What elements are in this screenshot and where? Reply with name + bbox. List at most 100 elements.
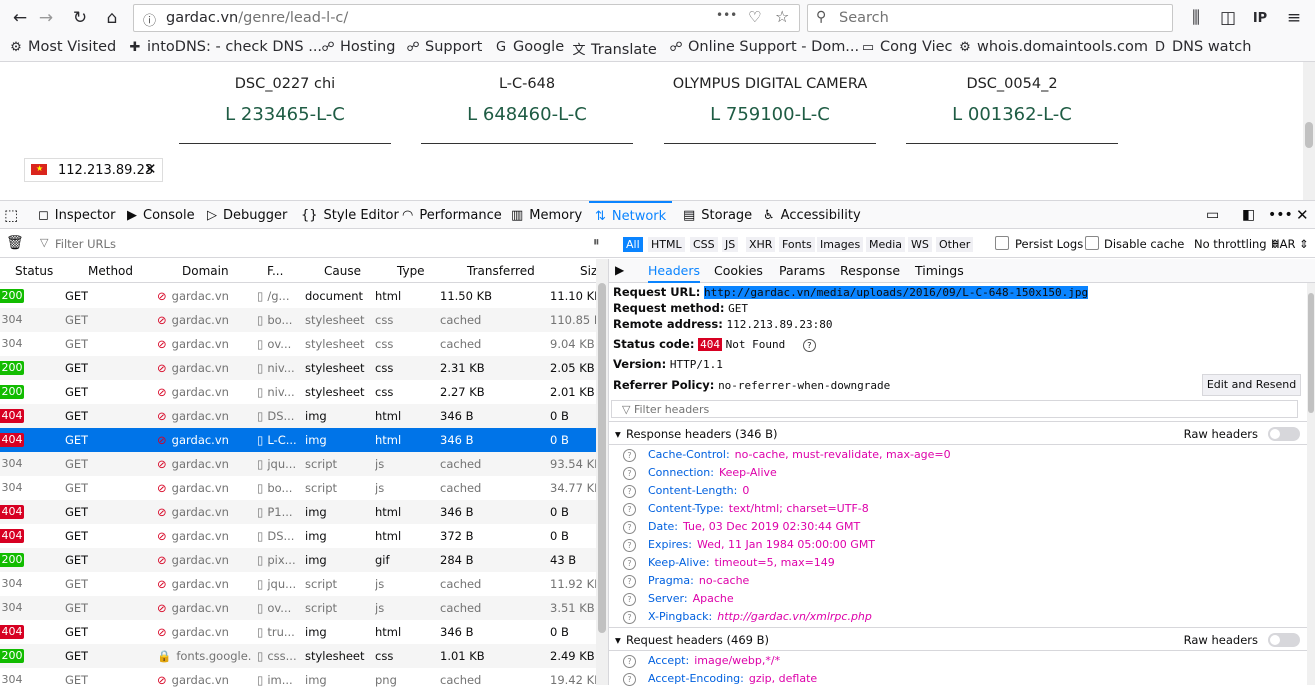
bookmark-item[interactable]: ✚ intoDNS: - check DNS ... [127,39,323,55]
product-card[interactable]: L-C-648 L 648460-L-C [421,76,633,144]
column-header[interactable]: Method [88,264,133,278]
help-icon[interactable]: ? [623,484,636,498]
home-icon[interactable]: ⌂ [100,6,124,30]
table-row[interactable]: 404 GET ⊘ gardac.vn ▯ P1... img html 346 B 0 B [0,500,596,524]
table-row[interactable]: 404 GET ⊘ gardac.vn ▯ DS... img html 372 B 0 B [0,524,596,548]
tab-style-editor[interactable]: {} Style Editor [301,201,399,229]
edit-and-resend-button[interactable]: Edit and Resend [1202,374,1301,396]
forward-icon[interactable]: → [34,6,58,30]
help-icon[interactable]: ? [623,654,636,668]
details-scrollbar[interactable] [1307,283,1315,685]
tab-headers[interactable]: Headers [648,263,701,283]
info-icon[interactable]: ⓘ [143,10,156,29]
responsive-mode-icon[interactable]: ▭ [1206,201,1219,229]
filter-chip-ws[interactable]: WS [908,237,932,252]
help-icon[interactable]: ? [623,502,636,516]
help-icon[interactable]: ? [623,520,636,534]
tab-params[interactable]: Params [779,263,825,278]
table-row[interactable]: 404 GET ⊘ gardac.vn ▯ L-C... img html 346 B 0 B [0,428,596,452]
column-header[interactable]: Status [15,264,53,278]
sidebar-icon[interactable]: ◫ [1216,6,1240,30]
filter-chip-html[interactable]: HTML [648,237,685,252]
table-row[interactable]: 200 GET ⊘ gardac.vn ▯ niv... stylesheet css 2.27… [0,380,596,404]
tab-cookies[interactable]: Cookies [714,263,763,278]
bookmark-item[interactable]: G Google [493,39,564,55]
menu-icon[interactable]: ≡ [1282,6,1306,30]
persist-logs-checkbox[interactable] [995,236,1009,250]
tab-memory[interactable]: ▥ Memory [511,201,582,229]
pick-element-icon[interactable]: ⬚ [4,201,18,229]
bookmark-item[interactable]: ▭ Cong Viec [860,39,953,55]
url-bar[interactable]: ⓘ gardac.vn/genre/lead-l-c/ ••• ♡ ☆ [133,4,800,32]
bookmark-star-icon[interactable]: ☆ [775,7,789,26]
back-icon[interactable]: ← [8,6,32,30]
filter-chip-css[interactable]: CSS [690,237,718,252]
table-row[interactable]: 200 GET 🔒 fonts.google... ▯ css... stylesheet c… [0,644,596,668]
table-row[interactable]: 200 GET ⊘ gardac.vn ▯ pix... img gif 284 B 43 B [0,548,596,572]
raw-headers-toggle[interactable] [1268,633,1300,647]
table-row[interactable]: 304 GET ⊘ gardac.vn ▯ bo... script js cached 34.7… [0,476,597,500]
filter-chip-media[interactable]: Media [866,237,906,252]
table-row[interactable]: 304 GET ⊘ gardac.vn ▯ jqu... script js cached 93.… [0,452,596,476]
tab-debugger[interactable]: ▷ Debugger [207,201,287,229]
product-title[interactable]: DSC_0054_2 [906,76,1118,92]
table-row[interactable]: 404 GET ⊘ gardac.vn ▯ DS... img html 346 B 0 B [0,404,596,428]
pause-icon[interactable]: ⏸ [593,235,600,250]
help-icon[interactable]: ? [623,592,636,606]
filter-chip-other[interactable]: Other [936,237,974,252]
collapse-icon[interactable]: ▾ [615,633,621,647]
filter-chip-js[interactable]: JS [722,237,739,252]
throttling-select[interactable]: No throttling ⇕ [1194,237,1280,251]
more-options-icon[interactable]: ••• [1268,201,1293,229]
help-icon[interactable]: ? [623,574,636,588]
page-scrollbar[interactable] [1303,62,1315,200]
search-bar[interactable]: ⚲ Search [807,4,1173,32]
bookmark-item[interactable]: D DNS watch [1152,39,1251,55]
library-icon[interactable]: ⫼ [1184,6,1208,30]
tab-console[interactable]: ▶ Console [127,201,195,229]
product-title[interactable]: DSC_0227 chi [179,76,391,92]
filter-chip-xhr[interactable]: XHR [746,237,776,252]
tab-timings[interactable]: Timings [915,263,964,278]
help-icon[interactable]: ? [623,538,636,552]
table-row[interactable]: 200 GET ⊘ gardac.vn ▯/g... document html 11.50 … [0,284,596,308]
help-icon[interactable]: ? [623,556,636,570]
table-row[interactable]: 304 GET ⊘ gardac.vn ▯ im... img png cached 19.42 … [0,668,597,692]
bookmark-item[interactable]: 文 Translate [571,39,656,58]
table-row[interactable]: 304 GET ⊘ gardac.vn ▯ jqu... script js cached 11.… [0,572,597,596]
filter-chip-images[interactable]: Images [817,237,864,252]
filter-chip-all[interactable]: All [623,237,643,252]
response-headers-section[interactable]: ▾ Response headers (346 B) Raw headers [609,421,1308,445]
close-icon[interactable]: ✕ [144,160,157,178]
close-devtools-icon[interactable]: ✕ [1296,201,1309,229]
request-list-scrollbar[interactable] [596,259,608,685]
table-row[interactable]: 200 GET ⊘ gardac.vn ▯ niv... stylesheet css 2.31… [0,356,596,380]
request-url[interactable]: http://gardac.vn/media/uploads/2016/09/L… [704,286,1089,299]
table-row[interactable]: 304 GET ⊘ gardac.vn ▯ ov... stylesheet css cache… [0,332,596,356]
table-row[interactable]: 304 GET ⊘ gardac.vn ▯ ov... script js cached 3.51… [0,596,596,620]
column-header[interactable]: F... [267,264,283,278]
disable-cache-checkbox[interactable] [1085,236,1099,250]
tab-storage[interactable]: ▤ Storage [683,201,752,229]
help-icon[interactable]: ? [623,672,636,686]
product-card[interactable]: OLYMPUS DIGITAL CAMERA L 759100-L-C [664,76,876,144]
page-actions-icon[interactable]: ••• [716,8,737,22]
column-header[interactable]: Domain [182,264,229,278]
reload-icon[interactable]: ↻ [68,6,92,30]
column-header[interactable]: Cause [324,264,361,278]
bookmark-item[interactable]: ⚙ whois.domaintools.com [957,39,1148,55]
help-icon[interactable]: ? [623,466,636,480]
column-header[interactable]: Type [397,264,425,278]
product-card[interactable]: DSC_0054_2 L 001362-L-C [906,76,1118,144]
help-icon[interactable]: ? [623,448,636,462]
table-row[interactable]: 304 GET ⊘ gardac.vn ▯ bo... stylesheet css cache… [0,308,596,332]
product-card[interactable]: DSC_0227 chi L 233465-L-C [179,76,391,144]
bookmark-item[interactable]: ☍ Hosting [320,39,395,55]
dock-icon[interactable]: ◧ [1242,201,1255,229]
tab-network[interactable]: ⇅ Network [589,201,673,229]
request-headers-section[interactable]: ▾ Request headers (469 B) Raw headers [609,627,1308,651]
tab-response[interactable]: Response [840,263,900,278]
collapse-icon[interactable]: ▾ [615,427,621,441]
account-icon[interactable]: IP [1248,6,1272,30]
column-header[interactable]: Transferred [467,264,535,278]
